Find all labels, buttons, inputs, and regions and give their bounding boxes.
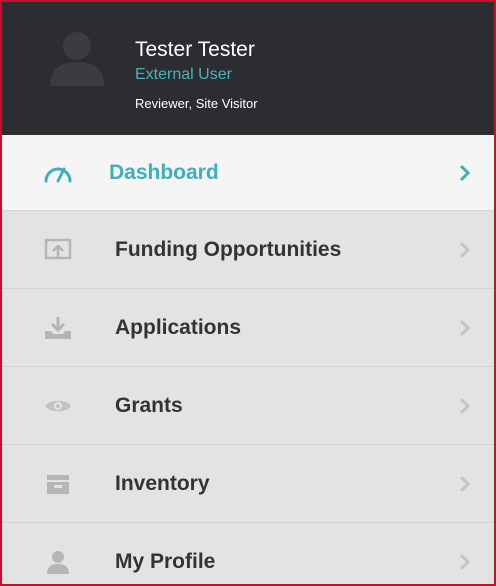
chevron-right-icon [458,551,472,573]
user-type: External User [135,66,232,83]
avatar-icon[interactable] [44,24,110,90]
menu-item-my-profile[interactable]: My Profile [2,523,494,584]
user-header: Tester Tester External User Reviewer, Si… [2,2,494,135]
eye-icon [42,392,74,420]
inbox-box-icon [42,470,74,498]
sidebar-panel: Tester Tester External User Reviewer, Si… [0,0,496,586]
chevron-right-icon [458,317,472,339]
chevron-right-icon [458,239,472,261]
menu-item-dashboard[interactable]: Dashboard [2,135,494,211]
download-tray-icon [42,314,74,342]
user-icon [42,548,74,576]
menu-label-dashboard: Dashboard [109,160,219,184]
menu-item-applications[interactable]: Applications [2,289,494,367]
chevron-right-icon [458,395,472,417]
dashboard-gauge-icon [42,159,74,187]
upload-screen-icon [42,236,74,264]
user-roles: Reviewer, Site Visitor [135,96,258,111]
user-name: Tester Tester [135,38,255,61]
menu-label-my-profile: My Profile [115,549,216,573]
menu-label-funding-opportunities: Funding Opportunities [115,237,342,261]
chevron-right-icon [458,473,472,495]
menu-item-inventory[interactable]: Inventory [2,445,494,523]
nav-menu: Dashboard Funding Opportunities Applicat… [2,135,494,584]
menu-label-applications: Applications [115,315,242,339]
menu-label-inventory: Inventory [115,471,210,495]
chevron-right-icon [458,162,472,184]
menu-item-grants[interactable]: Grants [2,367,494,445]
menu-label-grants: Grants [115,393,183,417]
menu-item-funding-opportunities[interactable]: Funding Opportunities [2,211,494,289]
